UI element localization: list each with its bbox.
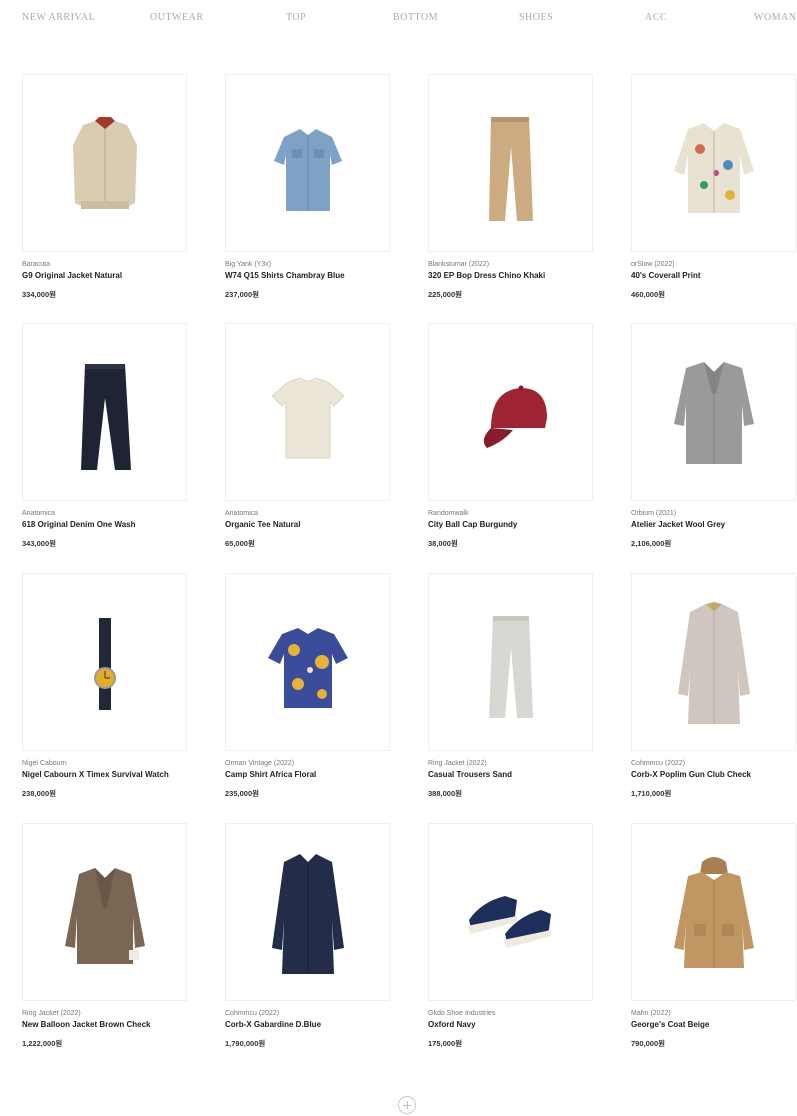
product-name[interactable]: 40's Coverall Print <box>631 271 701 280</box>
wool-jacket-icon <box>674 362 754 464</box>
chino-pants-icon <box>489 117 533 221</box>
product-name[interactable]: New Balloon Jacket Brown Check <box>22 1020 150 1029</box>
product-name[interactable]: Casual Trousers Sand <box>428 770 512 779</box>
product-price: 235,000원 <box>225 789 260 798</box>
product-price: 65,000원 <box>225 539 255 548</box>
product-price: 1,790,000원 <box>225 1039 266 1048</box>
product-price: 38,000원 <box>428 539 458 548</box>
product-card[interactable]: Anatomica Organic Tee Natural 65,000원 <box>225 323 390 553</box>
product-name[interactable]: Corb-X Gabardine D.Blue <box>225 1020 321 1029</box>
product-image[interactable] <box>631 323 796 501</box>
product-price: 1,710,000원 <box>631 789 672 798</box>
product-image[interactable] <box>225 823 390 1001</box>
product-image[interactable] <box>225 323 390 501</box>
denim-jeans-icon <box>81 364 131 470</box>
product-name[interactable]: Camp Shirt Africa Floral <box>225 770 316 779</box>
product-brand: Anatomica <box>22 510 56 517</box>
product-brand: Mahn (2022) <box>631 1010 671 1017</box>
product-brand: Anatomica <box>225 510 259 517</box>
product-brand: Orbium (2021) <box>631 510 677 517</box>
product-image[interactable] <box>22 823 187 1001</box>
product-card[interactable]: Big Yank (Y3x) W74 Q15 Shirts Chambray B… <box>225 74 390 304</box>
product-name[interactable]: 320 EP Bop Dress Chino Khaki <box>428 271 545 280</box>
product-name[interactable]: Corb-X Poplim Gun Club Check <box>631 770 751 779</box>
product-price: 237,000원 <box>225 290 260 299</box>
product-price: 790,000원 <box>631 1039 666 1048</box>
product-card[interactable]: Anatomica 618 Original Denim One Wash 34… <box>22 323 187 553</box>
product-price: 460,000원 <box>631 290 666 299</box>
tshirt-icon <box>271 377 345 459</box>
product-card[interactable]: Cohmmcu (2022) Corb-X Poplim Gun Club Ch… <box>631 573 796 803</box>
product-image[interactable] <box>22 573 187 751</box>
product-name[interactable]: 618 Original Denim One Wash <box>22 520 136 529</box>
product-name[interactable]: George's Coat Beige <box>631 1020 709 1029</box>
product-image[interactable] <box>631 74 796 252</box>
product-card[interactable]: orSlow (2022) 40's Coverall Print 460,00… <box>631 74 796 304</box>
product-card[interactable]: Nigel Cabourn Nigel Cabourn X Timex Surv… <box>22 573 187 803</box>
product-brand: Big Yank (Y3x) <box>225 261 272 268</box>
product-price: 175,000원 <box>428 1039 463 1048</box>
product-image[interactable] <box>631 573 796 751</box>
product-brand: Orman Vintage (2022) <box>225 760 295 767</box>
tweed-blazer-icon <box>65 868 145 964</box>
product-brand: Gkdo Shoe Industries <box>428 1010 496 1017</box>
product-card[interactable]: Baracuta G9 Original Jacket Natural 334,… <box>22 74 187 304</box>
load-more-plus-icon[interactable] <box>398 1096 416 1114</box>
product-price: 225,000원 <box>428 290 463 299</box>
product-card[interactable]: Orman Vintage (2022) Camp Shirt Africa F… <box>225 573 390 803</box>
product-name[interactable]: G9 Original Jacket Natural <box>22 271 122 280</box>
product-card[interactable]: Blankstumar (2022) 320 EP Bop Dress Chin… <box>428 74 593 304</box>
chambray-shirt-icon <box>274 129 342 211</box>
product-brand: orSlow (2022) <box>631 261 675 268</box>
product-card[interactable]: Orbium (2021) Atelier Jacket Wool Grey 2… <box>631 323 796 553</box>
product-brand: Nigel Cabourn <box>22 760 67 767</box>
ball-cap-icon <box>483 385 547 448</box>
product-name[interactable]: W74 Q15 Shirts Chambray Blue <box>225 271 345 280</box>
product-price: 334,000원 <box>22 290 57 299</box>
product-name[interactable]: Oxford Navy <box>428 1020 476 1029</box>
harrington-jacket-icon <box>73 117 137 209</box>
product-card[interactable]: Mahn (2022) George's Coat Beige 790,000원 <box>631 823 796 1053</box>
product-price: 343,000원 <box>22 539 57 548</box>
trousers-icon <box>489 616 533 718</box>
product-image[interactable] <box>428 74 593 252</box>
product-price: 1,222,000원 <box>22 1039 63 1048</box>
product-brand: Ring Jacket (2022) <box>22 1010 81 1017</box>
product-image[interactable] <box>428 573 593 751</box>
product-image[interactable] <box>22 323 187 501</box>
product-brand: Ring Jacket (2022) <box>428 760 487 767</box>
product-brand: Blankstumar (2022) <box>428 261 490 268</box>
product-image[interactable] <box>428 823 593 1001</box>
product-image[interactable] <box>428 323 593 501</box>
product-name[interactable]: City Ball Cap Burgundy <box>428 520 517 529</box>
product-card[interactable]: Gkdo Shoe Industries Oxford Navy 175,000… <box>428 823 593 1053</box>
sneakers-icon <box>467 896 551 948</box>
product-brand: Cohmmcu (2022) <box>225 1010 280 1017</box>
product-price: 238,000원 <box>22 789 57 798</box>
printed-coverall-icon <box>674 123 754 213</box>
product-card[interactable]: Cohmmcu (2022) Corb-X Gabardine D.Blue 1… <box>225 823 390 1053</box>
wrist-watch-icon <box>94 618 116 710</box>
product-grid: Baracuta G9 Original Jacket Natural 334,… <box>0 0 797 1116</box>
product-image[interactable] <box>225 573 390 751</box>
long-coat-icon <box>678 602 750 724</box>
product-name[interactable]: Organic Tee Natural <box>225 520 300 529</box>
floral-shirt-icon <box>268 628 348 708</box>
product-image[interactable] <box>225 74 390 252</box>
product-price: 2,106,000원 <box>631 539 672 548</box>
product-card[interactable]: Ring Jacket (2022) New Balloon Jacket Br… <box>22 823 187 1053</box>
product-card[interactable]: Ring Jacket (2022) Casual Trousers Sand … <box>428 573 593 803</box>
product-price: 388,000원 <box>428 789 463 798</box>
product-image[interactable] <box>22 74 187 252</box>
hooded-coat-icon <box>674 857 754 968</box>
product-image[interactable] <box>631 823 796 1001</box>
product-card[interactable]: Randomwalk City Ball Cap Burgundy 38,000… <box>428 323 593 553</box>
navy-coat-icon <box>272 854 344 974</box>
product-name[interactable]: Nigel Cabourn X Timex Survival Watch <box>22 770 169 779</box>
product-name[interactable]: Atelier Jacket Wool Grey <box>631 520 725 529</box>
product-brand: Randomwalk <box>428 510 469 517</box>
product-brand: Baracuta <box>22 261 51 268</box>
product-brand: Cohmmcu (2022) <box>631 760 686 767</box>
